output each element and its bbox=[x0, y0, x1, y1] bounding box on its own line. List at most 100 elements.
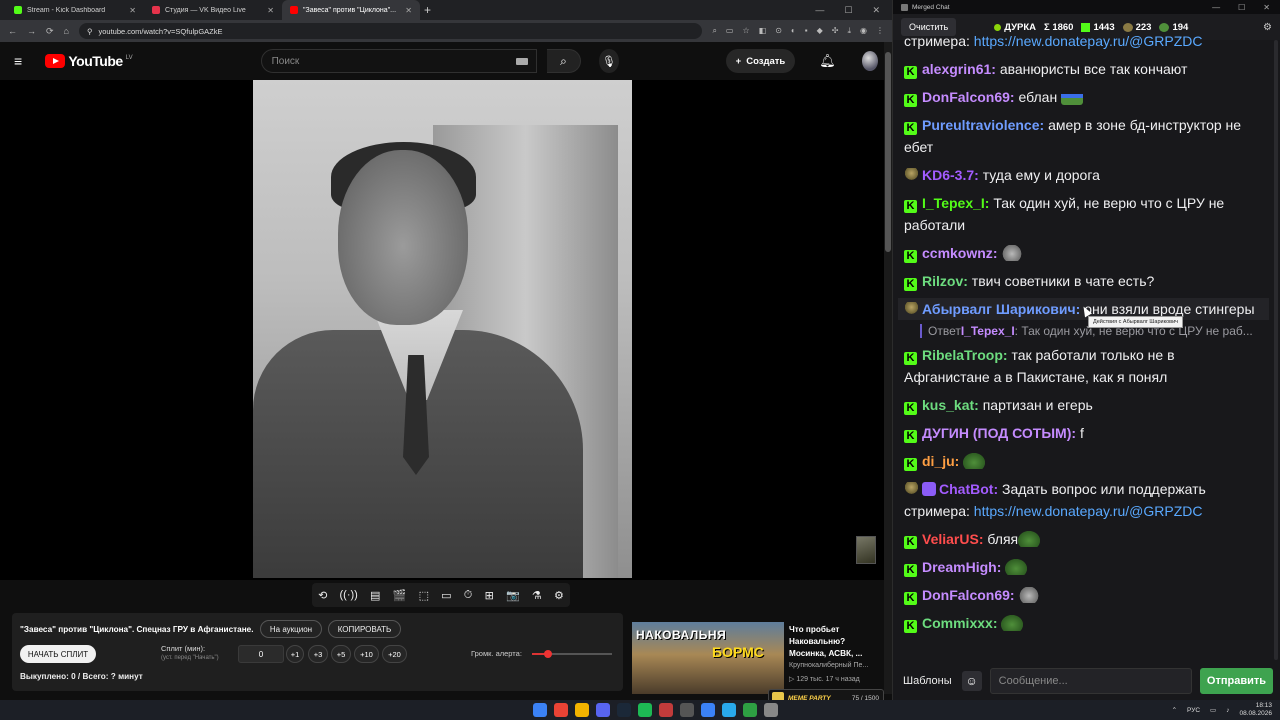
speed-icon[interactable]: ⏱ bbox=[464, 589, 473, 602]
scrollbar-thumb[interactable] bbox=[1274, 40, 1278, 660]
chat-messages-list[interactable]: стримера: https://new.donatepay.ru/@GRPZ… bbox=[893, 30, 1273, 662]
clapper-icon[interactable]: 🎬 bbox=[393, 589, 407, 602]
site-info-icon[interactable]: ⚲ bbox=[87, 27, 93, 36]
chat-message[interactable]: K RibelaTroop: так работали только не в А… bbox=[904, 344, 1263, 388]
extension-icon[interactable]: ⊙ bbox=[775, 26, 782, 36]
send-button[interactable]: Отправить bbox=[1199, 668, 1273, 694]
chat-message[interactable]: K DonFalcon69: bbox=[904, 584, 1263, 606]
chat-message[interactable]: ChatBot: Задать вопрос или поддержать ст… bbox=[904, 478, 1263, 522]
taskbar-app-icon[interactable] bbox=[701, 703, 715, 717]
chat-message[interactable]: K Commixxx: bbox=[904, 612, 1263, 634]
add-icon[interactable]: ⊞ bbox=[485, 589, 494, 602]
search-button[interactable]: ⌕ bbox=[546, 49, 582, 73]
network-icon[interactable]: ▭ bbox=[1210, 706, 1216, 714]
chat-username[interactable]: alexgrin61 bbox=[922, 61, 991, 77]
minimize-icon[interactable]: — bbox=[815, 5, 824, 16]
chat-username[interactable]: DreamHigh bbox=[922, 559, 997, 575]
increment-10-button[interactable]: +10 bbox=[354, 645, 379, 663]
chat-message[interactable]: стримера: https://new.donatepay.ru/@GRPZ… bbox=[904, 30, 1263, 52]
puzzle-extensions-icon[interactable]: ✣ bbox=[832, 26, 839, 36]
close-tab-icon[interactable]: ✕ bbox=[405, 6, 412, 15]
taskbar-app-icon[interactable] bbox=[638, 703, 652, 717]
emoji-picker-icon[interactable]: ☺ bbox=[961, 671, 982, 691]
chat-username[interactable]: I_Tepex_I bbox=[922, 195, 985, 211]
forward-icon[interactable]: → bbox=[27, 26, 36, 36]
menu-icon[interactable]: ≡ bbox=[14, 54, 25, 68]
chat-message[interactable]: K Rilzov: твич советники в чате есть? bbox=[904, 270, 1263, 292]
taskbar-app-icon[interactable] bbox=[764, 703, 778, 717]
close-window-icon[interactable]: ✕ bbox=[872, 5, 880, 16]
taskbar-app-icon[interactable] bbox=[617, 703, 631, 717]
chat-message[interactable]: K I_Tepex_I: Так один хуй, не верю что с … bbox=[904, 192, 1263, 236]
alert-volume-slider[interactable] bbox=[532, 650, 612, 658]
close-tab-icon[interactable]: ✕ bbox=[129, 6, 136, 15]
start-split-button[interactable]: НАЧАТЬ СПЛИТ bbox=[20, 645, 96, 663]
url-field[interactable]: ⚲ youtube.com/watch?v=SQfulpGAZkE bbox=[78, 23, 703, 39]
voice-search-button[interactable]: 🎙 bbox=[599, 49, 619, 73]
message-input[interactable]: Сообщение... bbox=[989, 668, 1192, 694]
chat-message[interactable]: K DonFalcon69: еблан bbox=[904, 86, 1263, 108]
tab-kick-dashboard[interactable]: Stream - Kick Dashboard ✕ bbox=[6, 0, 144, 20]
extension-icon[interactable]: ◐ bbox=[791, 26, 796, 36]
notifications-bell-icon[interactable]: 🔔︎ bbox=[819, 53, 836, 69]
taskbar-app-icon[interactable] bbox=[722, 703, 736, 717]
recommended-video[interactable]: НАКОВАЛЬНЯ БОРМС Что пробьет Наковальню?… bbox=[632, 622, 882, 694]
chat-username[interactable]: ChatBot bbox=[939, 481, 993, 497]
clock[interactable]: 18:13 08.08.2026 bbox=[1239, 702, 1272, 718]
miniplayer-icon[interactable]: ⬚ bbox=[419, 589, 429, 602]
reload-icon[interactable]: ⟳ bbox=[46, 26, 54, 37]
maximize-icon[interactable]: ☐ bbox=[1238, 3, 1245, 12]
cast-icon[interactable]: ▭ bbox=[726, 26, 734, 36]
scrollbar-thumb[interactable] bbox=[885, 52, 891, 252]
chat-username[interactable]: kus_kat bbox=[922, 397, 974, 413]
extension-icon[interactable]: ◆ bbox=[817, 26, 823, 36]
taskbar-app-icon[interactable] bbox=[596, 703, 610, 717]
taskbar-app-icon[interactable] bbox=[680, 703, 694, 717]
menu-kebab-icon[interactable]: ⋮ bbox=[876, 26, 884, 36]
loop-icon[interactable]: ⟲ bbox=[318, 589, 327, 602]
chat-username[interactable]: KD6-3.7 bbox=[922, 167, 974, 183]
tab-vk-studio[interactable]: Студия — VK Видео Live ✕ bbox=[144, 0, 282, 20]
recommended-channel[interactable]: Крупнокалиберный Пе... bbox=[789, 662, 868, 669]
audio-boost-icon[interactable]: ((·)) bbox=[340, 589, 358, 601]
taskbar-app-icon[interactable] bbox=[575, 703, 589, 717]
language-indicator[interactable]: РУС bbox=[1187, 707, 1200, 714]
chat-username[interactable]: ДУГИН (ПОД СОТЫМ) bbox=[922, 425, 1071, 441]
chat-username[interactable]: Pureultraviolence bbox=[922, 117, 1040, 133]
chat-message[interactable]: K Pureultraviolence: амер в зоне бд-инстр… bbox=[904, 114, 1263, 158]
extension-icon[interactable]: ▪ bbox=[805, 26, 808, 36]
page-scrollbar[interactable] bbox=[884, 42, 892, 694]
chat-message[interactable]: K ДУГИН (ПОД СОТЫМ): f bbox=[904, 422, 1263, 444]
chat-scrollbar[interactable] bbox=[1274, 40, 1278, 660]
search-input[interactable]: Поиск bbox=[260, 49, 537, 73]
chat-username[interactable]: Абырвалг Шарикович bbox=[922, 301, 1076, 317]
chat-message-link[interactable]: https://new.donatepay.ru/@GRPZDC bbox=[974, 503, 1203, 519]
chat-message[interactable]: Kdi_ju: bbox=[904, 450, 1263, 472]
youtube-logo[interactable]: YouTube LV bbox=[45, 53, 133, 69]
settings-gear-icon[interactable]: ⚙ bbox=[554, 589, 564, 602]
bookmark-star-icon[interactable]: ☆ bbox=[742, 26, 749, 36]
split-minutes-input[interactable]: 0 bbox=[238, 645, 284, 663]
auction-button[interactable]: На аукцион bbox=[260, 620, 322, 638]
chat-message[interactable]: Kalexgrin61: аванюристы все так кончают bbox=[904, 58, 1263, 80]
taskbar-app-icon[interactable] bbox=[554, 703, 568, 717]
chat-message[interactable]: K DreamHigh: bbox=[904, 556, 1263, 578]
back-icon[interactable]: ← bbox=[8, 26, 17, 36]
increment-5-button[interactable]: +5 bbox=[331, 645, 351, 663]
playlist-icon[interactable]: ▤ bbox=[370, 589, 380, 602]
chat-username[interactable]: ccmkownz bbox=[922, 245, 993, 261]
taskbar-app-icon[interactable] bbox=[743, 703, 757, 717]
new-tab-button[interactable]: + bbox=[424, 3, 431, 17]
avatar[interactable] bbox=[861, 51, 879, 71]
close-window-icon[interactable]: ✕ bbox=[1263, 3, 1270, 12]
keyboard-icon[interactable] bbox=[515, 58, 528, 65]
taskbar-app-icon[interactable] bbox=[659, 703, 673, 717]
chat-message[interactable]: Kccmkownz: bbox=[904, 242, 1263, 264]
home-icon[interactable]: ⌂ bbox=[64, 26, 69, 36]
chat-message[interactable]: K VeliarUS: бляя bbox=[904, 528, 1263, 550]
chat-message[interactable]: Kkus_kat: партизан и егерь bbox=[904, 394, 1263, 416]
download-icon[interactable]: ⤓ bbox=[847, 26, 851, 36]
screenshot-camera-icon[interactable]: 📷 bbox=[506, 589, 520, 602]
close-tab-icon[interactable]: ✕ bbox=[267, 6, 274, 15]
taskbar-app-icon[interactable] bbox=[533, 703, 547, 717]
